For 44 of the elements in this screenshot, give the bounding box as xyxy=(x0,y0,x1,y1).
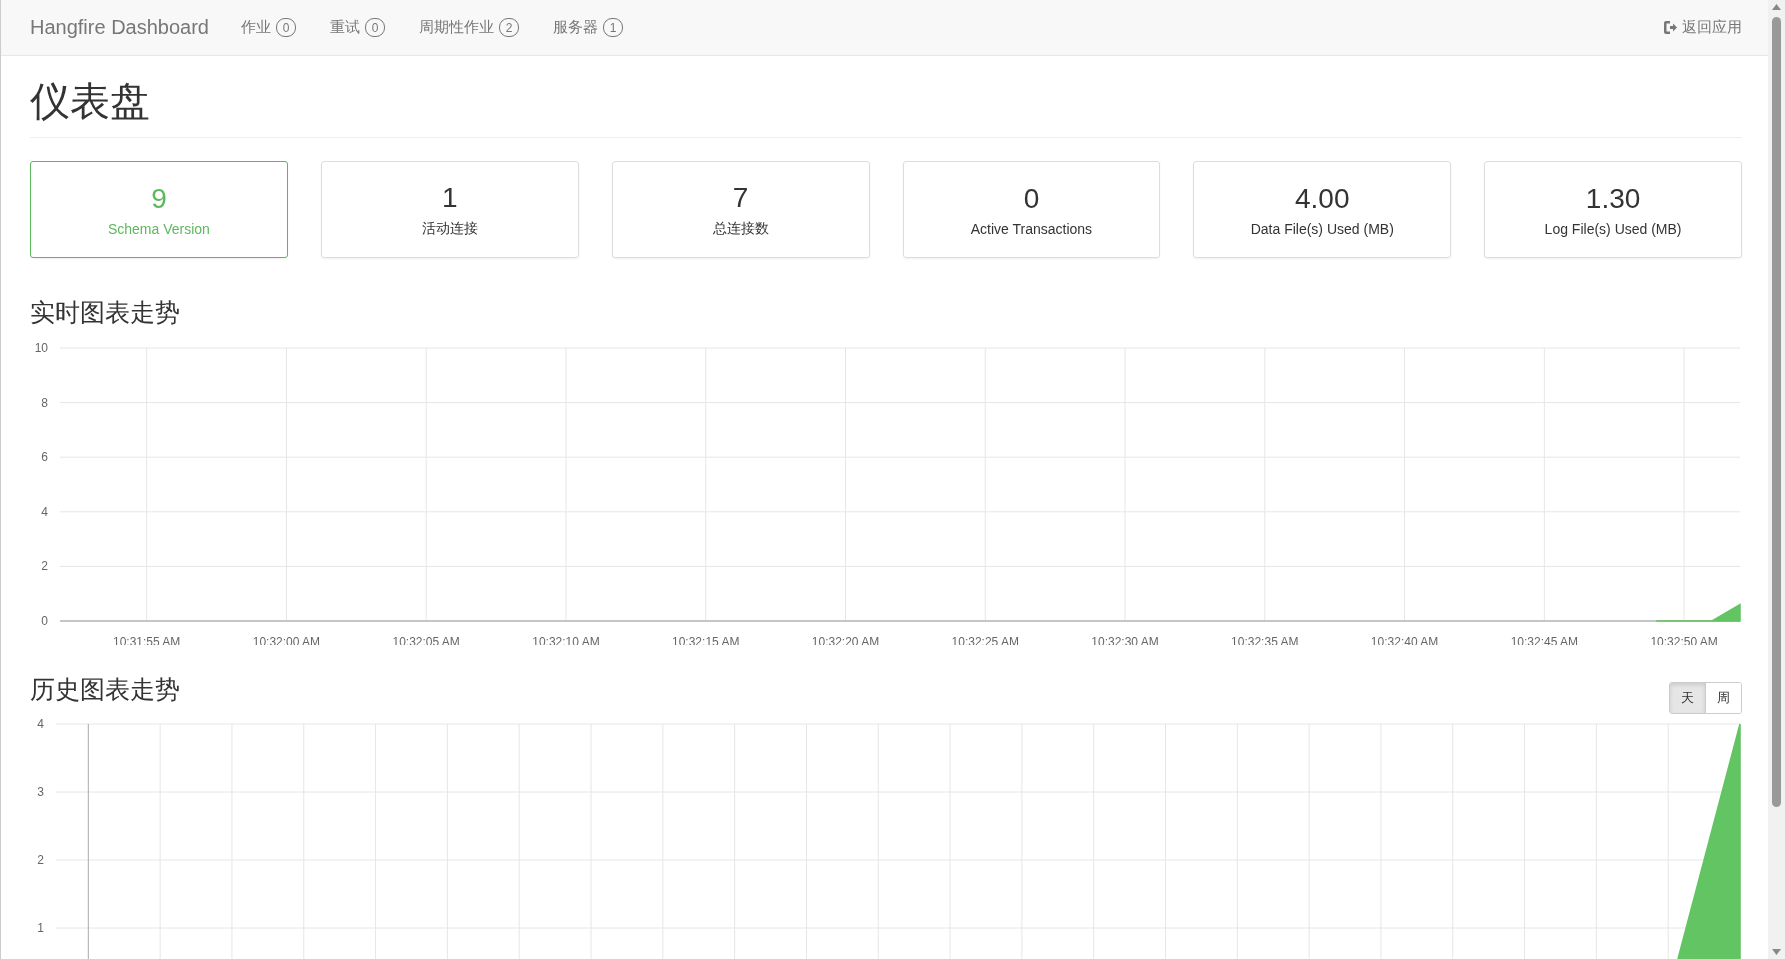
axis-tick-label: 8 xyxy=(41,395,48,410)
metric-value: 1 xyxy=(441,181,458,214)
axis-tick-label: 3 xyxy=(37,785,44,799)
nav-link[interactable]: 作业 0 xyxy=(241,18,296,37)
period-button[interactable]: 天 xyxy=(1670,683,1705,713)
metric-label: 活动连接 xyxy=(421,219,478,238)
metric-label: Data File(s) Used (MB) xyxy=(1250,220,1394,237)
metric-value: 7 xyxy=(732,181,749,214)
axis-tick-label: 2 xyxy=(41,559,48,574)
nav-link[interactable]: 重试 0 xyxy=(330,18,385,37)
axis-tick-label: 10 xyxy=(34,341,48,355)
section-title: 历史图表走势 xyxy=(30,674,180,705)
axis-tick-label: 0 xyxy=(41,614,48,628)
section-title: 实时图表走势 xyxy=(30,297,180,328)
nav-link-label: 周期性作业 xyxy=(419,18,494,37)
scrollbar[interactable] xyxy=(1768,0,1785,959)
back-link[interactable]: 返回应用 xyxy=(1663,18,1742,37)
metric-label: 总连接数 xyxy=(712,219,769,238)
axis-tick-label: 2 xyxy=(37,853,44,867)
metric-value: 4.00 xyxy=(1295,182,1350,215)
nav-link[interactable]: 周期性作业 2 xyxy=(419,18,519,37)
axis-tick-label: 1 xyxy=(37,921,44,935)
metric-value: 1.30 xyxy=(1585,182,1641,215)
count-badge: 0 xyxy=(365,18,385,37)
axis-tick-label: 4 xyxy=(37,717,44,731)
page-title: 仪表盘 xyxy=(30,74,1742,138)
count-badge: 1 xyxy=(603,18,623,37)
brand-link[interactable]: Hangfire Dashboard xyxy=(30,16,209,39)
period-button[interactable]: 周 xyxy=(1705,683,1741,713)
nav-link[interactable]: 服务器 1 xyxy=(553,18,623,37)
metric-value: 0 xyxy=(1023,182,1040,215)
axis-tick-label: 4 xyxy=(41,504,48,519)
nav-link-label: 服务器 xyxy=(553,18,598,37)
metric-value: 9 xyxy=(151,182,167,215)
count-badge: 2 xyxy=(499,18,519,37)
nav-link-label: 重试 xyxy=(330,18,360,37)
back-link-label: 返回应用 xyxy=(1682,18,1742,37)
metric-label: Active Transactions xyxy=(970,220,1093,237)
count-badge: 0 xyxy=(276,18,296,37)
axis-tick-label: 6 xyxy=(41,450,48,465)
metric-label: Schema Version xyxy=(107,220,210,237)
sign-out-icon xyxy=(1663,21,1678,34)
nav-link-label: 作业 xyxy=(241,18,271,37)
metric-label: Log File(s) Used (MB) xyxy=(1544,220,1682,237)
